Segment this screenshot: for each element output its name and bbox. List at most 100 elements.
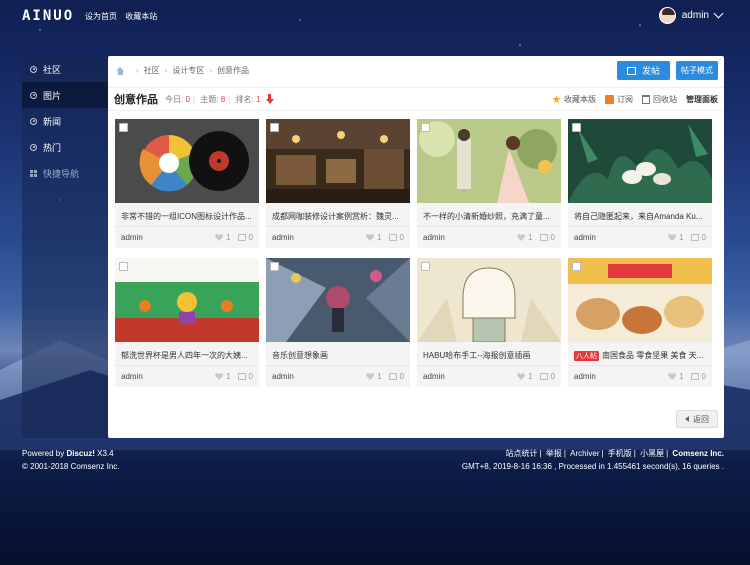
new-post-button[interactable]: 发帖 <box>617 61 670 80</box>
likes: 1 <box>366 233 382 242</box>
select-checkbox[interactable] <box>270 262 279 271</box>
thread-title-row[interactable]: 八人帖 南国食品 零食坚果 美食 天... <box>568 342 712 364</box>
thread-author[interactable]: admin <box>272 372 359 381</box>
recycle-bin-button[interactable]: 回收站 <box>642 94 677 105</box>
thread-footer: admin 1 0 <box>115 226 259 248</box>
breadcrumb-creative-works[interactable]: 创意作品 <box>217 65 249 76</box>
thread-card[interactable]: 音乐创意想象画 admin 1 0 <box>266 258 410 387</box>
chevron-down-icon[interactable] <box>713 8 724 19</box>
home-icon[interactable] <box>116 66 125 75</box>
breadcrumb-community[interactable]: 社区 <box>144 65 160 76</box>
replies-count: 0 <box>248 372 253 381</box>
footer-divider: | <box>539 449 542 458</box>
thread-author[interactable]: admin <box>272 233 359 242</box>
select-checkbox[interactable] <box>421 123 430 132</box>
thread-title[interactable]: 南国食品 零食坚果 美食 天... <box>602 351 703 360</box>
footer-link-archiver[interactable]: Archiver <box>570 449 599 458</box>
thread-title[interactable]: 音乐创意想象画 <box>266 342 410 364</box>
recycle-label: 回收站 <box>653 95 677 104</box>
sidebar-item-community[interactable]: 社区 <box>22 56 108 82</box>
footer-link-blackroom[interactable]: 小黑屋 <box>640 449 664 458</box>
comment-icon <box>539 373 548 380</box>
thread-author[interactable]: admin <box>574 372 661 381</box>
forum-title: 创意作品 <box>114 94 158 106</box>
trash-icon <box>642 95 650 104</box>
footer-link-mobile[interactable]: 手机版 <box>608 449 632 458</box>
select-checkbox[interactable] <box>119 262 128 271</box>
thread-title[interactable]: 不一样的小清新婚纱照，充满了童... <box>417 203 561 225</box>
post-mode-button[interactable]: 帖子模式 <box>676 61 718 80</box>
replies: 0 <box>690 372 706 381</box>
thread-title[interactable]: 郁洗世界杯是男人四年一次的大姨... <box>115 342 259 364</box>
thread-card[interactable]: 郁洗世界杯是男人四年一次的大姨... admin 1 0 <box>115 258 259 387</box>
heart-icon <box>366 234 375 241</box>
grid-icon <box>30 169 37 177</box>
thread-card[interactable]: 将自己隐匿起来，来自Amanda Ku... admin 1 0 <box>568 119 712 248</box>
powered-label: Powered by <box>22 449 65 458</box>
thread-title[interactable]: 非常不错的一组ICON图标设计作品... <box>115 203 259 225</box>
replies: 0 <box>539 233 555 242</box>
likes-count: 1 <box>226 372 231 381</box>
heart-icon <box>668 234 677 241</box>
sidebar: 社区 图片 新闻 热门 快捷导航 <box>22 56 108 438</box>
footer-link-stats[interactable]: 站点统计 <box>506 449 538 458</box>
thread-card[interactable]: 非常不错的一组ICON图标设计作品... admin 1 0 <box>115 119 259 248</box>
thread-author[interactable]: admin <box>121 372 208 381</box>
back-button[interactable]: 返回 <box>676 410 718 428</box>
avatar[interactable] <box>658 7 676 24</box>
discuz-link[interactable]: Discuz! <box>66 449 94 458</box>
select-checkbox[interactable] <box>572 123 581 132</box>
thread-title[interactable]: 将自己隐匿起来，来自Amanda Ku... <box>568 203 712 225</box>
arrow-left-icon <box>685 416 689 422</box>
select-checkbox[interactable] <box>270 123 279 132</box>
thread-author[interactable]: admin <box>574 233 661 242</box>
top-links: 设为首页 收藏本站 <box>85 11 163 22</box>
thread-card[interactable]: 成都网咖装修设计案例赏析：魏灵... admin 1 0 <box>266 119 410 248</box>
thread-title[interactable]: 成都网咖装修设计案例赏析：魏灵... <box>266 203 410 225</box>
breadcrumb-design-zone[interactable]: 设计专区 <box>172 65 204 76</box>
thread-thumbnail[interactable] <box>115 258 259 342</box>
heart-icon <box>215 234 224 241</box>
likes: 1 <box>517 372 533 381</box>
site-logo[interactable]: AINUO <box>22 8 74 24</box>
thread-author[interactable]: admin <box>423 372 510 381</box>
select-checkbox[interactable] <box>572 262 581 271</box>
heart-icon <box>517 234 526 241</box>
thread-thumbnail[interactable] <box>115 119 259 203</box>
thread-author[interactable]: admin <box>423 233 510 242</box>
likes-count: 1 <box>377 372 382 381</box>
replies: 0 <box>690 233 706 242</box>
forum-tools: 收藏本版 订阅 回收站 管理面板 <box>543 94 718 105</box>
likes-count: 1 <box>226 233 231 242</box>
user-menu[interactable]: admin <box>658 7 724 24</box>
username[interactable]: admin <box>682 10 709 21</box>
bookmark-site-link[interactable]: 收藏本站 <box>125 12 157 21</box>
manage-panel-button[interactable]: 管理面板 <box>686 94 718 105</box>
footer-link-report[interactable]: 举报 <box>546 449 562 458</box>
sidebar-item-hot[interactable]: 热门 <box>22 134 108 160</box>
sidebar-item-news[interactable]: 新闻 <box>22 108 108 134</box>
thread-thumbnail[interactable] <box>266 119 410 203</box>
powered-by: Powered by Discuz! X3.4 <box>22 447 120 460</box>
select-checkbox[interactable] <box>119 123 128 132</box>
thread-thumbnail[interactable] <box>417 119 561 203</box>
thread-card[interactable]: HABU哈布手工--海报创意插画 admin 1 0 <box>417 258 561 387</box>
thread-thumbnail[interactable] <box>568 258 712 342</box>
thread-thumbnail[interactable] <box>417 258 561 342</box>
thread-thumbnail[interactable] <box>266 258 410 342</box>
thread-author[interactable]: admin <box>121 233 208 242</box>
footer-company[interactable]: Comsenz Inc. <box>672 449 724 458</box>
back-label: 返回 <box>693 414 709 424</box>
set-homepage-link[interactable]: 设为首页 <box>85 12 117 21</box>
thread-card[interactable]: 八人帖 南国食品 零食坚果 美食 天... admin 1 0 <box>568 258 712 387</box>
thread-card[interactable]: 不一样的小清新婚纱照，充满了童... admin 1 0 <box>417 119 561 248</box>
sidebar-item-pictures[interactable]: 图片 <box>22 82 108 108</box>
footer-divider: | <box>633 449 636 458</box>
thread-thumbnail[interactable] <box>568 119 712 203</box>
subscribe-button[interactable]: 订阅 <box>605 94 633 105</box>
select-checkbox[interactable] <box>421 262 430 271</box>
sidebar-item-quick-nav[interactable]: 快捷导航 <box>22 160 108 186</box>
favorite-forum-button[interactable]: 收藏本版 <box>552 94 596 105</box>
thread-title[interactable]: HABU哈布手工--海报创意插画 <box>417 342 561 364</box>
favorite-label: 收藏本版 <box>564 95 596 104</box>
